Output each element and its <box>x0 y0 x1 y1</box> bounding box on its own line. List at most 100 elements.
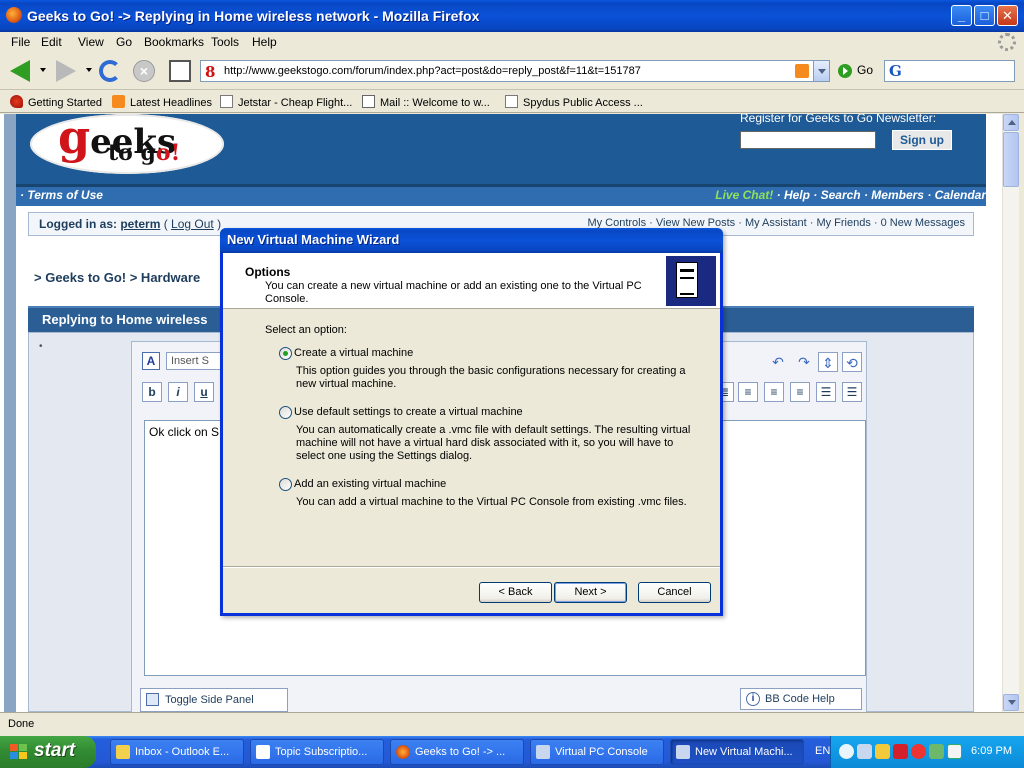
align-center-icon[interactable]: ≡ <box>764 382 784 402</box>
reload-icon <box>99 60 121 82</box>
radio-add-existing[interactable] <box>279 478 292 491</box>
bookmark-mail[interactable]: Mail :: Welcome to w... <box>362 95 490 109</box>
option-create-description: This option guides you through the basic… <box>296 365 686 390</box>
site-nav-links[interactable]: · Help · Search · Members · Calendar <box>777 188 986 202</box>
option-create-label[interactable]: Create a virtual machine <box>294 347 413 359</box>
clock[interactable]: 6:09 PM <box>971 745 1012 757</box>
back-history-dropdown[interactable] <box>40 68 46 72</box>
radio-create-virtual-machine[interactable] <box>279 347 292 360</box>
close-button[interactable]: ✕ <box>997 5 1018 26</box>
tray-expand-icon[interactable] <box>839 744 854 759</box>
windows-flag-icon <box>10 744 28 760</box>
live-chat-link[interactable]: Live Chat! <box>715 188 773 202</box>
geeks-to-go-logo[interactable]: geeks to go! <box>30 114 224 174</box>
option-existing-label[interactable]: Add an existing virtual machine <box>294 478 446 490</box>
address-history-dropdown[interactable] <box>813 61 829 81</box>
undo-icon[interactable]: ↶ <box>768 352 788 372</box>
reload-button[interactable] <box>97 59 123 83</box>
menu-file[interactable]: File <box>11 35 30 49</box>
taskbar-item-virtual-pc-console[interactable]: Virtual PC Console <box>530 739 664 765</box>
menu-tools[interactable]: Tools <box>211 35 239 49</box>
bb-code-help-button[interactable]: i BB Code Help <box>740 688 862 710</box>
search-input[interactable]: G <box>884 60 1015 82</box>
forward-button[interactable] <box>54 59 80 83</box>
firefox-icon <box>6 7 22 23</box>
bookmark-latest-headlines[interactable]: Latest Headlines <box>112 95 212 109</box>
menu-view[interactable]: View <box>78 35 104 49</box>
ati-icon[interactable] <box>893 744 908 759</box>
address-bar[interactable]: 8 http://www.geekstogo.com/forum/index.p… <box>200 60 830 82</box>
resize-editor-icon[interactable]: ⇕ <box>818 352 838 372</box>
numbered-list-icon[interactable]: ☰ <box>816 382 836 402</box>
log-out-link[interactable]: Log Out <box>171 217 214 231</box>
virtual-pc-icon <box>676 745 690 759</box>
scroll-thumb[interactable] <box>1003 132 1019 187</box>
breadcrumb[interactable]: > Geeks to Go! > Hardware <box>34 270 200 285</box>
back-button[interactable] <box>8 59 34 83</box>
newsletter-email-input[interactable] <box>740 131 876 149</box>
italic-button[interactable]: i <box>168 382 188 402</box>
google-search-icon[interactable]: G <box>889 62 902 80</box>
bookmark-jetstar[interactable]: Jetstar - Cheap Flight... <box>220 95 352 109</box>
font-style-icon[interactable]: A <box>142 352 160 370</box>
switch-editor-icon[interactable]: ⟲ <box>842 352 862 372</box>
menu-go[interactable]: Go <box>116 35 132 49</box>
bullet-list-icon[interactable]: ☰ <box>842 382 862 402</box>
toggle-side-panel-button[interactable]: Toggle Side Panel <box>140 688 288 712</box>
users-icon[interactable] <box>929 744 944 759</box>
outlook-icon <box>116 745 130 759</box>
sign-up-button[interactable]: Sign up <box>892 130 952 150</box>
reply-title: Replying to Home wireless <box>42 312 208 327</box>
align-left-icon[interactable]: ≡ <box>738 382 758 402</box>
cancel-button[interactable]: Cancel <box>638 582 711 603</box>
stop-button[interactable]: × <box>131 59 157 83</box>
option-default-description: You can automatically create a .vmc file… <box>296 424 691 462</box>
bookmarks-toolbar: Getting Started Latest Headlines Jetstar… <box>0 91 1024 113</box>
go-button[interactable]: Go <box>838 63 873 78</box>
newsletter-label: Register for Geeks to Go Newsletter: <box>740 114 937 125</box>
shield-icon[interactable] <box>875 744 890 759</box>
wizard-heading: Options <box>245 265 291 279</box>
minimize-button[interactable]: _ <box>951 5 972 26</box>
redo-icon[interactable]: ↷ <box>794 352 814 372</box>
taskbar-item-new-virtual-machine[interactable]: New Virtual Machi... <box>670 739 804 765</box>
security-alert-icon[interactable] <box>911 744 926 759</box>
language-indicator[interactable]: EN <box>815 745 830 757</box>
scroll-down-button[interactable] <box>1003 694 1019 711</box>
align-right-icon[interactable]: ≡ <box>790 382 810 402</box>
taskbar-item-topic-subscriptions[interactable]: Topic Subscriptio... <box>250 739 384 765</box>
go-arrow-icon <box>838 63 852 78</box>
taskbar-item-firefox[interactable]: Geeks to Go! -> ... <box>390 739 524 765</box>
radio-default-settings[interactable] <box>279 406 292 419</box>
home-button[interactable] <box>166 59 192 83</box>
next-button[interactable]: Next > <box>554 582 627 603</box>
menu-bookmarks[interactable]: Bookmarks <box>144 35 204 49</box>
username-link[interactable]: peterm <box>120 217 160 231</box>
forward-history-dropdown[interactable] <box>86 68 92 72</box>
bookmark-getting-started[interactable]: Getting Started <box>10 95 102 109</box>
bookmark-spydus[interactable]: Spydus Public Access ... <box>505 95 643 109</box>
logged-in-label: Logged in as: <box>39 217 117 231</box>
option-default-label[interactable]: Use default settings to create a virtual… <box>294 406 523 418</box>
rss-feed-icon[interactable] <box>795 64 809 78</box>
editor-dot: • <box>39 341 43 352</box>
menu-help[interactable]: Help <box>252 35 277 49</box>
stop-icon: × <box>133 60 155 82</box>
wizard-title[interactable]: New Virtual Machine Wizard <box>220 228 723 253</box>
network-icon[interactable] <box>857 744 872 759</box>
address-url[interactable]: http://www.geekstogo.com/forum/index.php… <box>224 65 641 77</box>
menu-edit[interactable]: Edit <box>41 35 62 49</box>
back-button[interactable]: < Back <box>479 582 552 603</box>
underline-button[interactable]: u <box>194 382 214 402</box>
start-button[interactable]: start <box>0 736 96 768</box>
vertical-scrollbar[interactable] <box>1002 114 1019 712</box>
select-option-label: Select an option: <box>265 324 347 336</box>
site-favicon-icon: 8 <box>205 63 216 81</box>
bold-button[interactable]: b <box>142 382 162 402</box>
scroll-up-button[interactable] <box>1003 114 1019 131</box>
maximize-button[interactable]: □ <box>974 5 995 26</box>
window-title: Geeks to Go! -> Replying in Home wireles… <box>27 8 480 24</box>
taskbar-item-outlook[interactable]: Inbox - Outlook E... <box>110 739 244 765</box>
v2-icon[interactable] <box>947 744 962 759</box>
terms-of-use-link[interactable]: · Terms of Use <box>20 188 103 202</box>
